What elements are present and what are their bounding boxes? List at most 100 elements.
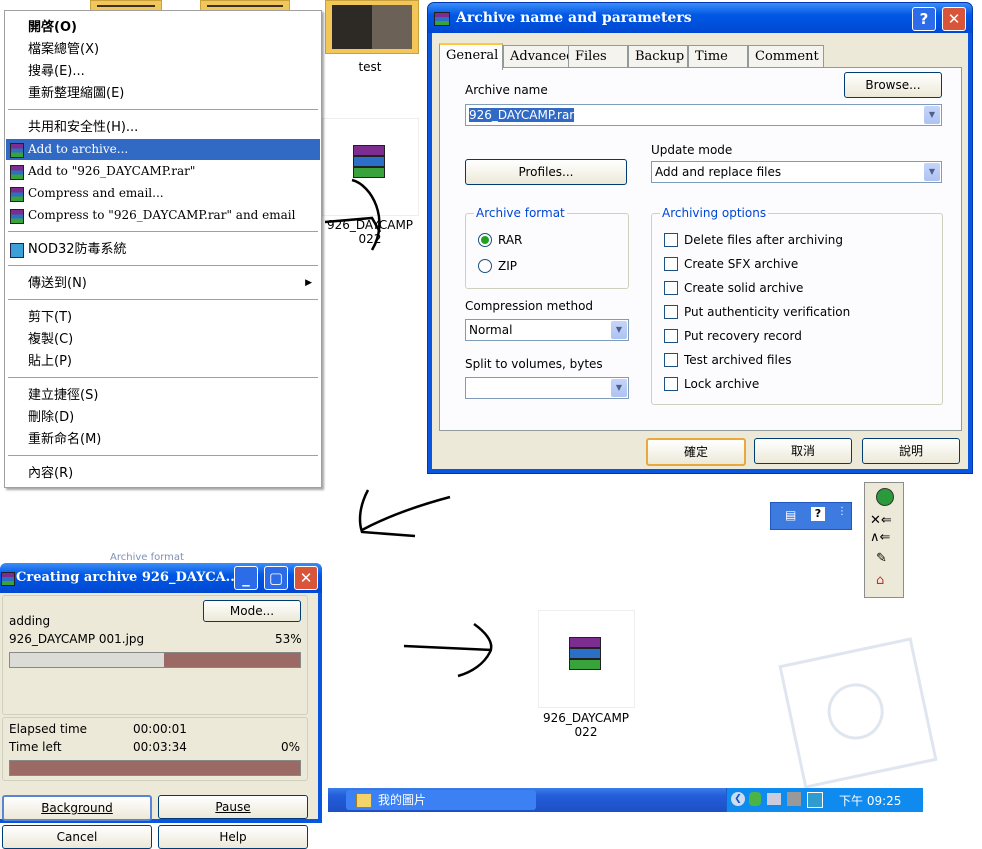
menu-item[interactable]: 檔案總管(X): [6, 39, 320, 60]
tab-advanced[interactable]: Advanced: [503, 45, 574, 68]
menu-item[interactable]: 剪下(T): [6, 307, 320, 328]
menu-item[interactable]: 搜尋(E)...: [6, 61, 320, 82]
network-icon[interactable]: [767, 793, 781, 805]
archive-dialog: Archive name and parameters ? ✕ General A…: [427, 2, 973, 474]
system-tray: ❮ 下午 09:25: [726, 788, 923, 812]
arrows-icon[interactable]: ✕⇐: [870, 513, 892, 528]
option-checkbox[interactable]: Lock archive: [664, 376, 759, 392]
menu-item[interactable]: 重新整理縮圖(E): [6, 83, 320, 104]
messenger-icon[interactable]: [749, 792, 761, 806]
menu-item-label: NOD32防毒系統: [28, 242, 127, 257]
chevron-down-icon[interactable]: ▼: [611, 321, 627, 339]
compression-select[interactable]: Normal ▼: [465, 319, 629, 341]
chevron-down-icon[interactable]: ▼: [924, 163, 940, 181]
chevron-left-icon[interactable]: ❮: [731, 792, 745, 806]
update-mode-select[interactable]: Add and replace files ▼: [651, 161, 942, 183]
menu-separator: [8, 299, 318, 300]
progress-dialog: Creating archive 926_DAYCA... _ ▢ ✕ Mode…: [0, 563, 322, 849]
current-file: 926_DAYCAMP 001.jpg: [9, 632, 145, 646]
menu-item[interactable]: 刪除(D): [6, 407, 320, 428]
menu-item[interactable]: 共用和安全性(H)...: [6, 117, 320, 138]
antivirus-icon[interactable]: [787, 792, 801, 806]
help-icon[interactable]: ?: [811, 507, 825, 521]
folder-icon: [356, 793, 372, 808]
menu-item[interactable]: Compress and email...: [6, 183, 320, 204]
help-icon[interactable]: ?: [912, 7, 936, 31]
options-icon[interactable]: ⋮: [837, 506, 847, 517]
tab-files[interactable]: Files: [568, 45, 628, 68]
rar-radio[interactable]: RAR: [478, 232, 522, 248]
close-icon[interactable]: ✕: [942, 7, 966, 31]
ime-toolbar: ✕⇐ ∧⇐ ✎ ⌂: [864, 482, 904, 598]
tab-time[interactable]: Time: [688, 45, 748, 68]
split-volumes-input[interactable]: ▼: [465, 377, 629, 399]
chevron-down-icon[interactable]: ▼: [611, 379, 627, 397]
file-progress-group: Mode... adding 926_DAYCAMP 001.jpg 53%: [2, 595, 308, 715]
minimize-icon[interactable]: _: [234, 566, 258, 590]
menu-item[interactable]: 開啓(O): [6, 17, 320, 38]
maximize-icon[interactable]: ▢: [264, 566, 288, 590]
mode-button[interactable]: Mode...: [203, 600, 301, 622]
menu-item-label: Add to archive...: [28, 142, 129, 156]
archive-name-label: Archive name: [465, 83, 548, 97]
cancel-button[interactable]: Cancel: [2, 825, 152, 849]
menu-item[interactable]: Add to "926_DAYCAMP.rar": [6, 161, 320, 182]
menu-separator: [8, 231, 318, 232]
menu-item[interactable]: NOD32防毒系統: [6, 239, 320, 260]
language-bar[interactable]: ▤ ? ⋮: [770, 502, 852, 530]
chevron-down-icon[interactable]: ▼: [924, 106, 940, 124]
app-tray-icon[interactable]: [807, 792, 823, 808]
total-percent: 0%: [281, 740, 301, 754]
menu-item-label: Compress and email...: [28, 186, 164, 200]
arrows-icon[interactable]: ∧⇐: [870, 530, 890, 545]
rar-file-icon-bottom[interactable]: [538, 610, 635, 708]
tab-general[interactable]: General: [439, 43, 503, 70]
globe-icon[interactable]: [876, 488, 894, 506]
menu-item-label: 貼上(P): [28, 354, 72, 369]
option-checkbox[interactable]: Put recovery record: [664, 328, 802, 344]
taskbar-window-button[interactable]: 我的圖片: [346, 790, 536, 810]
tab-backup[interactable]: Backup: [628, 45, 688, 68]
pause-button[interactable]: Pause: [158, 795, 308, 819]
cancel-button[interactable]: 取消: [754, 438, 852, 464]
menu-item[interactable]: 傳送到(N) ▶: [6, 273, 320, 294]
context-menu: 開啓(O) 檔案總管(X) 搜尋(E)... 重新整理縮圖(E) 共用和安全性(H)..…: [4, 10, 322, 488]
time-left-value: 00:03:34: [133, 740, 187, 754]
menu-item-label: 剪下(T): [28, 310, 73, 325]
option-checkbox[interactable]: Delete files after archiving: [664, 232, 843, 248]
close-icon[interactable]: ✕: [294, 566, 318, 590]
browse-button[interactable]: Browse...: [844, 72, 942, 98]
menu-item-label: 重新命名(M): [28, 432, 102, 447]
menu-item[interactable]: 複製(C): [6, 329, 320, 350]
option-checkbox[interactable]: Test archived files: [664, 352, 791, 368]
zip-radio[interactable]: ZIP: [478, 258, 517, 274]
ok-button[interactable]: 確定: [646, 438, 746, 466]
archive-format-group: Archive format RAR ZIP: [465, 206, 629, 289]
background-button[interactable]: Background: [2, 795, 152, 821]
keyboard-icon[interactable]: ▤: [785, 508, 796, 522]
option-checkbox[interactable]: Create solid archive: [664, 280, 803, 296]
tab-comment[interactable]: Comment: [748, 45, 824, 68]
menu-separator: [8, 109, 318, 110]
help-button[interactable]: 說明: [862, 438, 960, 464]
rar-icon: [10, 187, 24, 202]
archive-name-input[interactable]: 926_DAYCAMP.rar ▼: [465, 104, 942, 126]
menu-item[interactable]: 建立捷徑(S): [6, 385, 320, 406]
profiles-button[interactable]: Profiles...: [465, 159, 627, 185]
menu-separator: [8, 377, 318, 378]
menu-item[interactable]: 重新命名(M): [6, 429, 320, 450]
rar-archive-icon: [565, 637, 603, 675]
menu-item[interactable]: Add to archive...: [6, 139, 320, 160]
menu-item[interactable]: 貼上(P): [6, 351, 320, 372]
magnet-icon[interactable]: ⌂: [876, 573, 884, 588]
winrar-icon: [434, 12, 450, 26]
adding-label: adding: [9, 614, 51, 628]
help-button[interactable]: Help: [158, 825, 308, 849]
menu-item[interactable]: Compress to "926_DAYCAMP.rar" and email: [6, 205, 320, 226]
menu-item-label: 刪除(D): [28, 410, 75, 425]
option-checkbox[interactable]: Create SFX archive: [664, 256, 798, 272]
option-checkbox[interactable]: Put authenticity verification: [664, 304, 850, 320]
total-progress-bar: [9, 760, 301, 776]
pen-icon[interactable]: ✎: [876, 551, 887, 566]
menu-item[interactable]: 內容(R): [6, 463, 320, 484]
